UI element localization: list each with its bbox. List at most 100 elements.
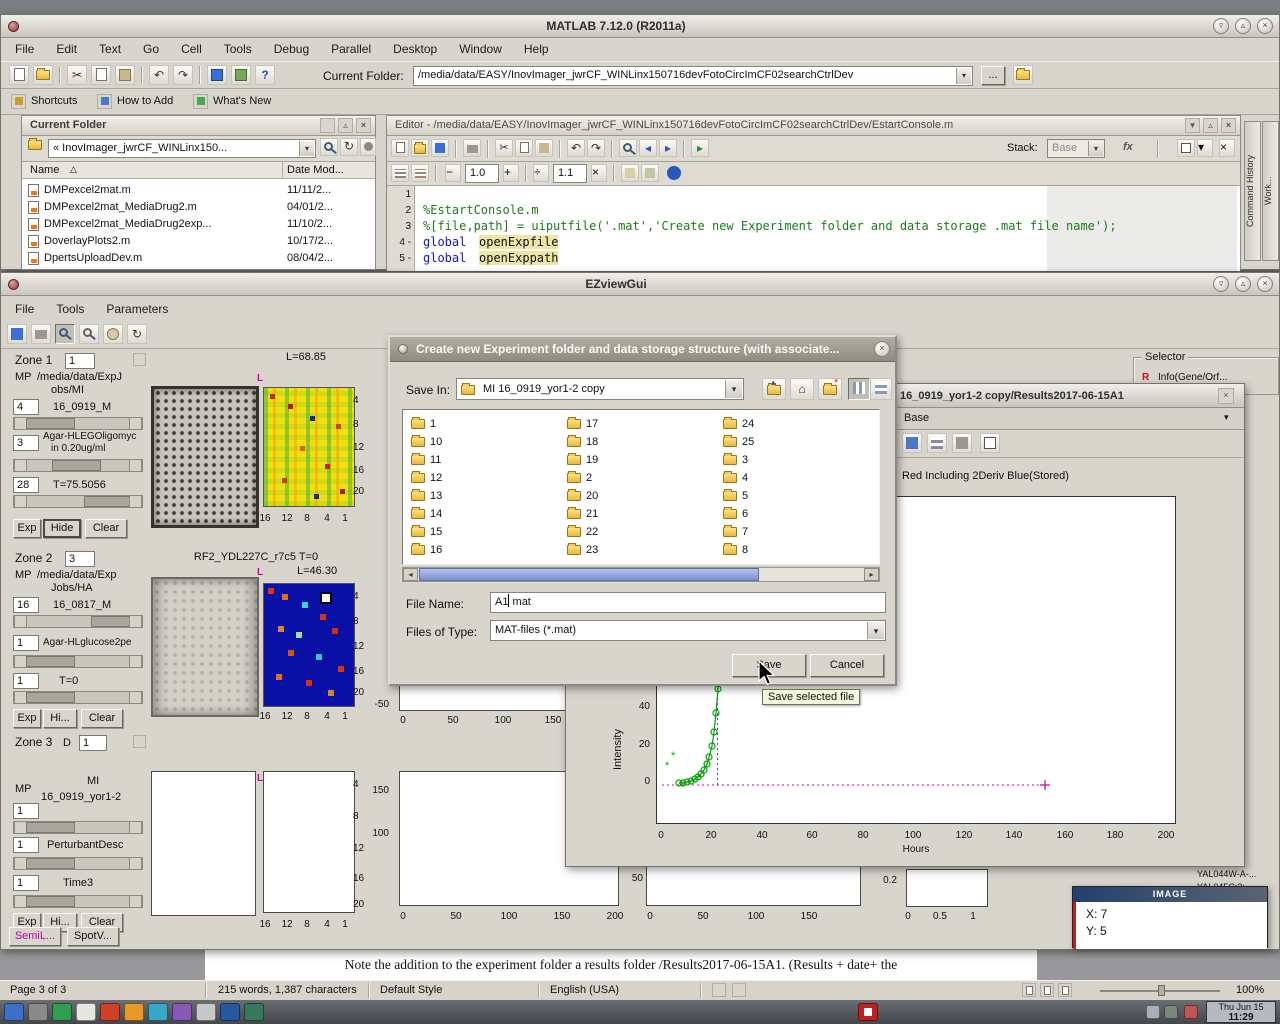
folder-item[interactable]: 13 — [411, 488, 551, 504]
folder-item[interactable]: 8 — [723, 542, 863, 558]
menu-debug[interactable]: Debug — [274, 42, 309, 56]
increase-indent-icon[interactable]: + — [503, 164, 519, 182]
rotate-icon[interactable]: ↻ — [127, 324, 147, 344]
paste-icon[interactable] — [115, 65, 135, 85]
zone1-mp-slider[interactable] — [13, 417, 143, 430]
up-one-level-icon[interactable]: ▴ — [762, 378, 786, 400]
cut-icon[interactable]: ✂ — [67, 65, 87, 85]
cell-insert-icon[interactable] — [391, 164, 409, 182]
run-icon[interactable]: ▸ — [691, 139, 709, 157]
open-icon[interactable] — [411, 139, 429, 157]
close-icon[interactable]: × — [1218, 388, 1234, 404]
find-icon[interactable] — [619, 139, 637, 157]
close-icon[interactable]: × — [1257, 18, 1273, 34]
print-icon[interactable] — [31, 324, 51, 344]
list-view-icon[interactable] — [848, 378, 870, 400]
document-modified-icon[interactable] — [732, 983, 746, 997]
writer-page[interactable]: Note the addition to the experiment fold… — [205, 950, 1037, 980]
ezview-titlebar[interactable]: EZviewGui ▿ ▵ × — [1, 273, 1279, 296]
folder-item[interactable]: 18 — [567, 434, 707, 450]
folder-item[interactable]: 11 — [411, 452, 551, 468]
scroll-right-icon[interactable]: ▸ — [864, 568, 879, 581]
taskbar-app-icon[interactable] — [76, 1003, 96, 1021]
how-to-add-link[interactable]: How to Add — [117, 95, 173, 107]
close-panel-icon[interactable]: × — [356, 118, 371, 133]
menu-window[interactable]: Window — [459, 42, 502, 56]
folder-item[interactable]: 15 — [411, 524, 551, 540]
cut-icon[interactable]: ✂ — [495, 139, 513, 157]
undo-icon[interactable]: ↶ — [149, 65, 169, 85]
folder-list-hscrollbar[interactable]: ◂ ▸ — [402, 567, 880, 582]
window-menu-icon[interactable] — [8, 21, 19, 32]
folder-item[interactable]: 1 — [411, 416, 551, 432]
copy-icon[interactable] — [91, 65, 111, 85]
heatmap-zone1[interactable] — [263, 387, 355, 507]
up-one-folder-icon[interactable] — [1013, 65, 1033, 85]
folder-item[interactable]: 25 — [723, 434, 863, 450]
details-view-icon[interactable] — [870, 378, 892, 400]
scrollbar-thumb[interactable] — [419, 568, 759, 581]
menu-file[interactable]: File — [15, 302, 34, 316]
folder-item[interactable]: 17 — [567, 416, 707, 432]
zone3-perturbant-slider[interactable] — [13, 857, 143, 870]
chevron-down-icon[interactable]: ▾ — [1197, 139, 1213, 157]
folder-item[interactable]: 6 — [723, 506, 863, 522]
close-editor-icon[interactable]: × — [1219, 139, 1235, 157]
zone2-media-spinner[interactable]: 1 — [13, 635, 39, 651]
browse-folder-button[interactable]: ... — [981, 66, 1005, 85]
folder-item[interactable]: 5 — [723, 488, 863, 504]
folder-item[interactable]: 3 — [723, 452, 863, 468]
book-view-icon[interactable] — [1058, 983, 1072, 997]
file-row[interactable]: DoverlayPlots2.m — [28, 233, 278, 249]
zone2-mp-slider[interactable] — [13, 615, 143, 628]
folder-listbox[interactable]: 1 10 11 12 13 14 15 16 17 18 19 2 20 21 … — [402, 409, 880, 565]
open-file-icon[interactable] — [33, 65, 53, 85]
shortcuts-icon[interactable] — [11, 94, 26, 109]
minimize-icon[interactable]: ▿ — [1213, 18, 1229, 34]
chevron-down-icon[interactable]: ▾ — [956, 68, 971, 84]
chevron-down-icon[interactable]: ▾ — [1224, 412, 1229, 423]
zone2-hide-button[interactable]: Hi... — [43, 709, 77, 728]
taskbar-app-icon[interactable] — [148, 1003, 168, 1021]
base-workspace-label[interactable]: Base — [904, 412, 929, 424]
zone1-time-slider[interactable] — [13, 495, 143, 508]
menu-parameters[interactable]: Parameters — [106, 302, 168, 316]
zoom-b-input[interactable]: 1.1 — [553, 164, 587, 183]
redo-icon[interactable]: ↷ — [587, 139, 605, 157]
folder-item[interactable]: 10 — [411, 434, 551, 450]
folder-item[interactable]: 22 — [567, 524, 707, 540]
column-date[interactable]: Date Mod... — [287, 164, 344, 176]
files-of-type-combobox[interactable]: MAT-files (*.mat) ▾ — [490, 620, 886, 641]
folder-item[interactable]: 4 — [723, 470, 863, 486]
file-row[interactable]: DpertsUploadDev.m — [28, 250, 278, 266]
tray-icon[interactable] — [1164, 1005, 1178, 1019]
dock-icon[interactable]: ▾ — [1185, 118, 1200, 133]
window-menu-icon[interactable] — [8, 279, 19, 290]
tab-command-history[interactable]: Command History — [1244, 121, 1261, 261]
zone2-time-spinner[interactable]: 1 — [13, 673, 39, 689]
chevron-down-icon[interactable]: ▾ — [299, 141, 314, 156]
help-icon[interactable]: ? — [255, 65, 275, 85]
folder-item[interactable]: 19 — [567, 452, 707, 468]
zone3-mp-slider[interactable] — [13, 821, 143, 834]
image-titlebar[interactable]: IMAGE — [1073, 887, 1267, 902]
folder-item[interactable]: 21 — [567, 506, 707, 522]
selection-mode-icon[interactable] — [712, 983, 726, 997]
zone-detach-icon[interactable] — [133, 735, 146, 748]
redo-icon[interactable]: ↷ — [173, 65, 193, 85]
undo-icon[interactable]: ↶ — [567, 139, 585, 157]
zoom-percentage[interactable]: 100% — [1236, 984, 1264, 996]
folder-item[interactable]: 20 — [567, 488, 707, 504]
folder-item[interactable]: 23 — [567, 542, 707, 558]
print-icon[interactable] — [463, 139, 481, 157]
file-row[interactable]: DMPexcel2mat_MediaDrug2.m — [28, 199, 278, 215]
folder-item[interactable]: 7 — [723, 524, 863, 540]
taskbar-app-icon[interactable] — [28, 1003, 48, 1021]
decrease-indent-icon[interactable]: − — [445, 164, 461, 182]
copy-icon[interactable] — [515, 139, 533, 157]
maximize-panel-icon[interactable]: ▵ — [338, 118, 353, 133]
tray-icon[interactable] — [1184, 1005, 1198, 1019]
close-panel-icon[interactable]: × — [1221, 118, 1236, 133]
zone1-index-spinner[interactable]: 1 — [65, 353, 95, 369]
close-icon[interactable]: × — [1257, 276, 1273, 292]
